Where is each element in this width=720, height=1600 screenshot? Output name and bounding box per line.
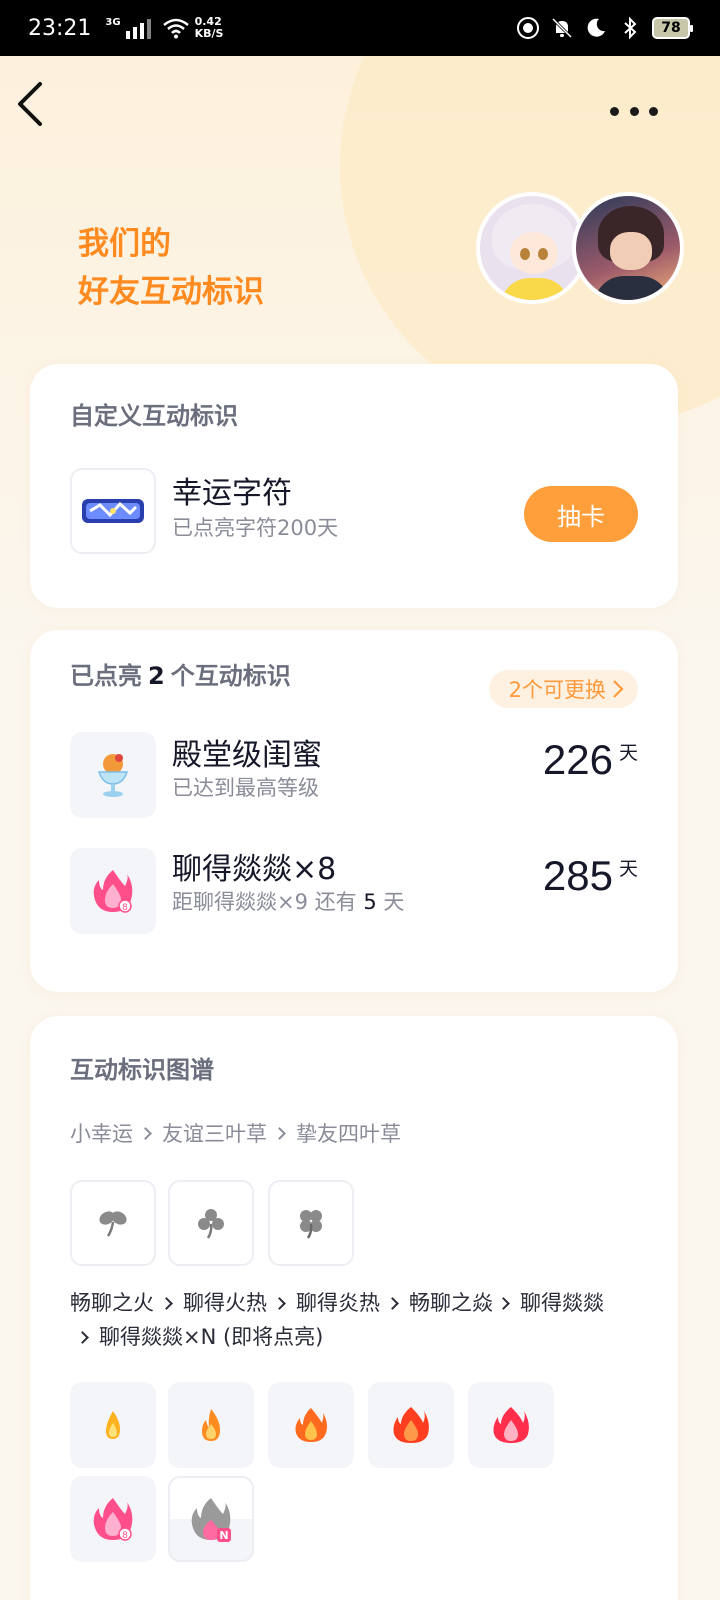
quad-fire-icon[interactable] [468,1382,554,1468]
svg-text:8: 8 [122,903,128,913]
section-title: 自定义互动标识 [70,402,238,430]
bluetooth-icon [624,16,637,40]
back-button[interactable] [14,80,50,128]
flame-x8-icon: 8 [70,848,156,934]
blazing-fire-icon[interactable] [268,1382,354,1468]
clover-chain: 小幸运 友谊三叶草 挚友四叶草 [70,1122,401,1146]
badge-sub: 距聊得燚燚×9 还有 5 天 [172,890,405,914]
badge-days: 226 天 [542,736,638,783]
signal-icon: 3G [105,17,151,39]
svg-text:N: N [219,1529,228,1542]
fire-chain: 畅聊之火 聊得火热 聊得炎热 畅聊之焱 聊得燚燚 聊得燚燚×N (即将点亮) [70,1291,604,1349]
badge-atlas-card: 互动标识图谱 小幸运 友谊三叶草 挚友四叶草 畅聊之火 聊得火热 聊得炎热 畅聊… [30,1016,678,1600]
flame-x8-icon[interactable]: 8 [70,1476,156,1562]
lit-badges-card: 已点亮 2 个互动标识 2个可更换 殿堂级闺蜜 已达到最高等级 226 天 8 聊得燚… [30,630,678,992]
replaceable-badges-button[interactable]: 2个可更换 [488,670,638,708]
lucky-char-icon [70,468,156,554]
battery-icon: 78 [652,17,693,39]
flame-xn-icon[interactable]: N [168,1476,254,1562]
wifi-icon [162,18,189,39]
custom-item-name: 幸运字符 [172,476,292,511]
mute-bell-icon [551,17,573,39]
chevron-right-icon [613,680,624,698]
lit-count: 2 [148,662,165,690]
svg-text:8: 8 [122,1531,128,1541]
three-leaf-clover-icon[interactable] [168,1180,254,1266]
four-leaf-clover-icon[interactable] [268,1180,354,1266]
network-type: 3G [105,17,121,28]
status-time: 23:21 [28,15,92,41]
status-bar: 23:21 3G 0.42 KB/S 78 [0,0,720,56]
badge-name: 聊得燚燚×8 [172,852,337,887]
two-leaf-clover-icon[interactable] [70,1180,156,1266]
network-speed: 0.42 KB/S [194,15,224,40]
page-title: 我们的 好友互动标识 [78,226,264,310]
custom-item-sub: 已点亮字符200天 [172,516,339,540]
more-options-button[interactable] [610,96,658,126]
dot-icon [649,106,658,116]
sundae-icon [70,732,156,818]
section-title: 已点亮 2 个互动标识 [70,662,291,690]
custom-badge-card: 自定义互动标识 幸运字符 已点亮字符200天 抽卡 [30,364,678,608]
record-icon [517,17,539,39]
friend-avatars [476,192,686,308]
section-title: 互动标识图谱 [70,1056,214,1084]
small-fire-icon[interactable] [70,1382,156,1468]
dot-icon [610,106,619,116]
triple-fire-icon[interactable] [368,1382,454,1468]
badge-name: 殿堂级闺蜜 [172,738,322,773]
hot-fire-icon[interactable] [168,1382,254,1468]
dot-icon [629,106,639,116]
draw-card-button[interactable]: 抽卡 [524,486,638,542]
avatar-friend[interactable] [572,192,684,304]
moon-icon [587,18,605,37]
badge-sub: 已达到最高等级 [172,776,319,800]
badge-days: 285 天 [542,852,638,899]
